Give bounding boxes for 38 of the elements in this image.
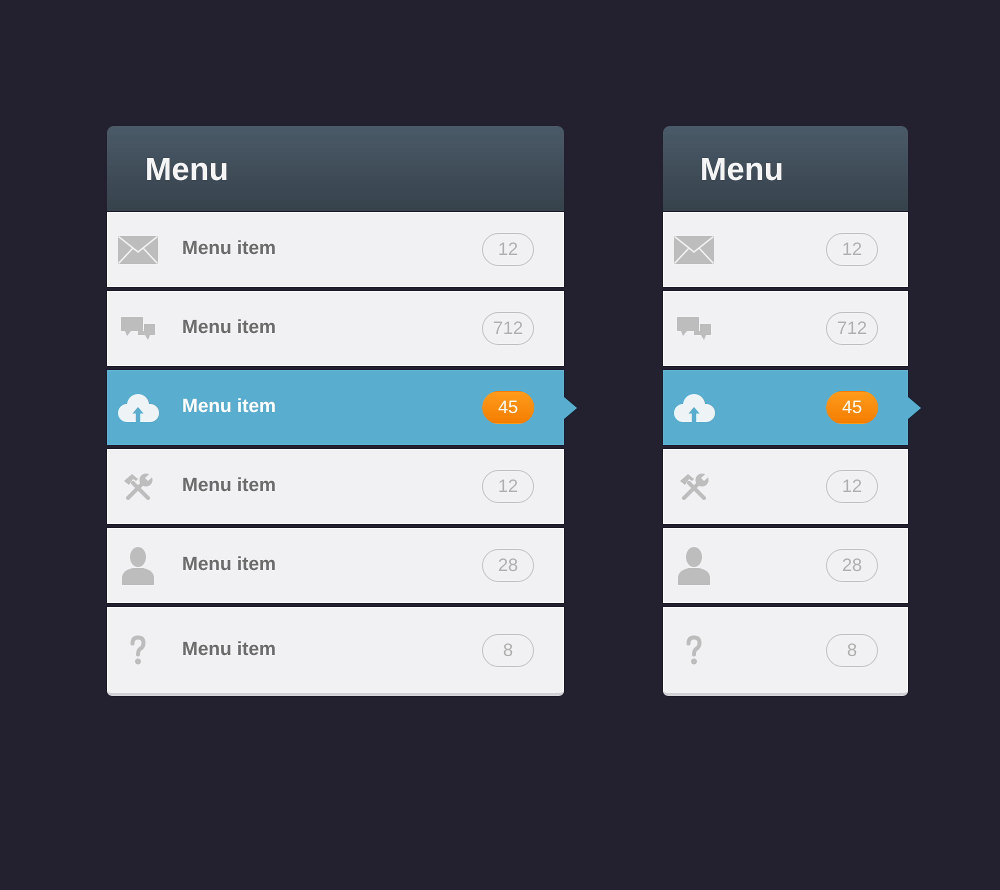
menu-title: Menu bbox=[700, 152, 784, 184]
hammer-wrench-icon bbox=[679, 472, 709, 500]
hammer-wrench-icon bbox=[123, 472, 153, 500]
count-badge: 12 bbox=[482, 233, 534, 266]
count-badge: 28 bbox=[826, 549, 878, 582]
menu-item[interactable]: Menu item 12 bbox=[107, 449, 564, 524]
count-badge: 712 bbox=[482, 312, 534, 345]
count-badge: 45 bbox=[826, 391, 878, 424]
person-silhouette-icon bbox=[678, 546, 710, 584]
count-badge: 12 bbox=[482, 470, 534, 503]
menu-item[interactable]: Menu item 28 bbox=[107, 528, 564, 603]
count-badge: 8 bbox=[482, 634, 534, 666]
selection-pointer-icon bbox=[908, 396, 921, 418]
question-mark-icon bbox=[686, 635, 702, 665]
count-badge: 12 bbox=[826, 470, 878, 503]
chat-bubbles-icon bbox=[121, 317, 155, 340]
menu-item[interactable]: 12 bbox=[663, 212, 908, 287]
menu-item[interactable]: Menu item 712 bbox=[107, 291, 564, 366]
count-badge: 28 bbox=[482, 549, 534, 582]
menu-item[interactable]: 712 bbox=[663, 291, 908, 366]
menu-item[interactable]: 8 bbox=[663, 607, 908, 696]
menu-item[interactable]: 28 bbox=[663, 528, 908, 603]
menu-item[interactable]: 12 bbox=[663, 449, 908, 524]
question-mark-icon bbox=[130, 635, 146, 665]
menu-item[interactable]: Menu item 12 bbox=[107, 212, 564, 287]
envelope-icon bbox=[674, 236, 714, 264]
cloud-upload-icon bbox=[673, 394, 715, 422]
envelope-icon bbox=[118, 236, 158, 264]
chat-bubbles-icon bbox=[677, 317, 711, 340]
menu-item[interactable]: Menu item 8 bbox=[107, 607, 564, 696]
count-badge: 712 bbox=[826, 312, 878, 345]
count-badge: 45 bbox=[482, 391, 534, 424]
count-badge: 8 bbox=[826, 634, 878, 666]
cloud-upload-icon bbox=[117, 394, 159, 422]
person-silhouette-icon bbox=[122, 546, 154, 584]
count-badge: 12 bbox=[826, 233, 878, 266]
menu-title: Menu bbox=[145, 152, 229, 184]
selection-pointer-icon bbox=[564, 396, 577, 418]
